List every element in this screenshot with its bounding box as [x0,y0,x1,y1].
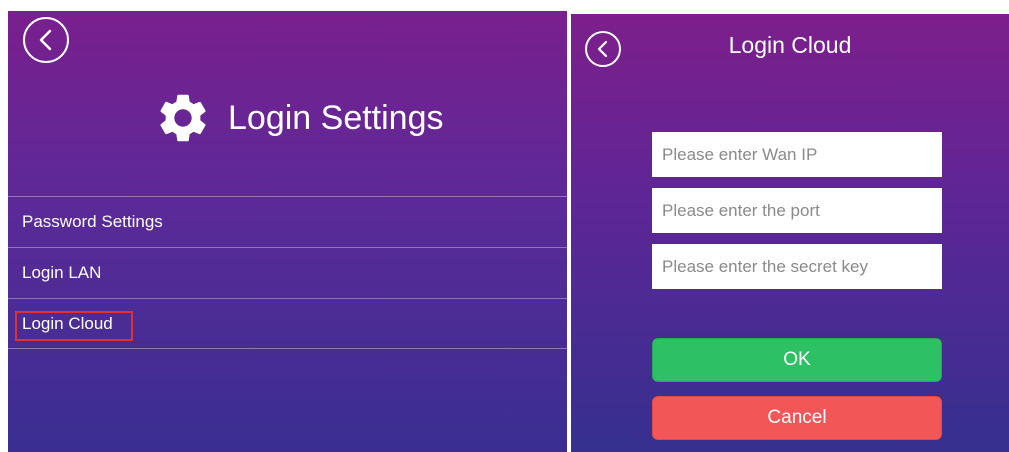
menu-item-password-settings[interactable]: Password Settings [8,196,567,247]
gear-icon [160,94,206,142]
cancel-button[interactable]: Cancel [652,396,942,440]
page-title: Login Cloud [728,32,852,58]
page-header: Login Settings [154,94,444,142]
back-arrow-icon [39,29,52,51]
menu-item-login-cloud[interactable]: Login Cloud [8,298,567,349]
login-cloud-screen: Login Cloud OK Cancel [571,14,1009,452]
back-button[interactable] [23,17,69,63]
wan-ip-input[interactable] [652,132,942,177]
menu-item-login-lan[interactable]: Login LAN [8,247,567,298]
secret-key-input[interactable] [652,244,942,289]
menu-item-label: Password Settings [22,212,163,231]
cancel-button-label: Cancel [767,407,827,428]
menu-item-label: Login LAN [22,263,102,282]
port-input[interactable] [652,188,942,233]
ok-button[interactable]: OK [652,338,942,382]
page-title: Login Settings [228,98,444,137]
menu-item-label: Login Cloud [22,313,113,333]
settings-menu: Password Settings Login LAN Login Cloud [8,196,567,349]
login-settings-screen: Login Settings Password Settings Login L… [8,11,567,452]
ok-button-label: OK [783,349,811,370]
